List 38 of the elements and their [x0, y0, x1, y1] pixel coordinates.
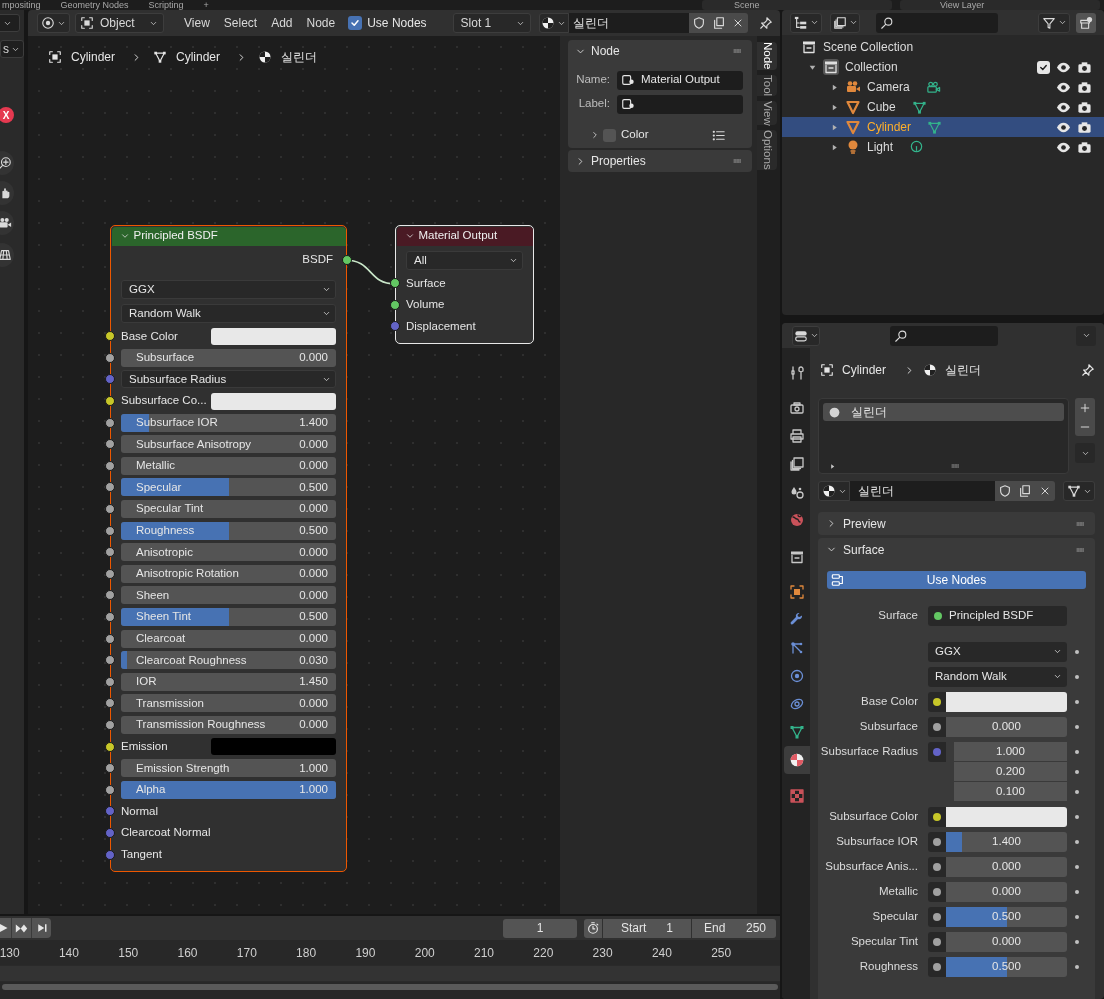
frame-number: 240 [650, 944, 673, 962]
field-label: Name: [575, 72, 610, 88]
socket-label: Tangent [121, 846, 162, 862]
frame-number: 150 [117, 944, 140, 962]
field-label: Label: [577, 96, 610, 112]
socket-label: Subsurface Co... [121, 393, 208, 409]
field-label: Subsurface IOR [835, 833, 918, 849]
field-label: Base Color [860, 693, 918, 709]
frame-number: 180 [295, 944, 318, 962]
frame-number: 130 [0, 944, 21, 962]
node-title: Principled BSDF [133, 228, 218, 244]
field-label: Specular Tint [849, 933, 918, 949]
frame-number: 190 [354, 944, 377, 962]
field-label: Roughness [858, 958, 918, 974]
field-label: Specular [871, 908, 918, 924]
field-label: Surface [877, 607, 918, 623]
frame-number: 200 [413, 944, 436, 962]
field-label: Metallic [878, 883, 918, 899]
socket-label: Volume [406, 297, 445, 313]
socket-label: Base Color [121, 328, 179, 344]
socket-label: Normal [121, 803, 159, 819]
field-label: Subsurface Color [828, 808, 918, 824]
frame-number: 140 [57, 944, 80, 962]
socket-label: BSDF [302, 251, 333, 267]
node-title: Material Output [418, 228, 498, 244]
socket-label: Surface [406, 275, 446, 291]
field-label: Subsurface Anis... [824, 858, 918, 874]
frame-number: 230 [591, 944, 614, 962]
socket-label: Clearcoat Normal [121, 825, 211, 841]
socket-label: Displacement [406, 318, 476, 334]
socket-label: Emission [121, 738, 169, 754]
frame-number: 210 [473, 944, 496, 962]
frame-number: 160 [176, 944, 199, 962]
frame-number: 170 [235, 944, 258, 962]
frame-number: 250 [710, 944, 733, 962]
field-label: Subsurface [858, 718, 918, 734]
field-label: Subsurface Radius [819, 744, 918, 760]
frame-number: 220 [532, 944, 555, 962]
